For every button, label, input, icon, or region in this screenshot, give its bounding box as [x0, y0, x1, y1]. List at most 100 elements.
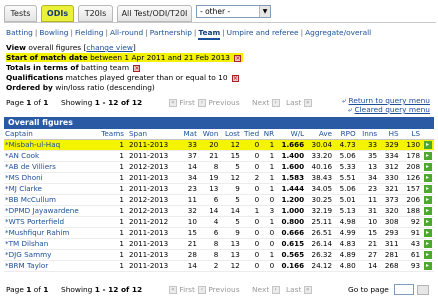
col-ave[interactable]: Ave: [305, 129, 334, 140]
cell-rpo: 5.13: [333, 205, 357, 217]
col-lost[interactable]: Lost: [219, 129, 241, 140]
nav-all-round[interactable]: All-round: [110, 28, 143, 37]
cell-mat: 14: [176, 161, 198, 173]
last-page-button[interactable]: Last »: [286, 97, 312, 109]
captain-link[interactable]: *Misbah-ul-Haq: [4, 139, 99, 151]
remove-filter-icon[interactable]: ×: [231, 74, 239, 82]
cell-mat: 10: [176, 216, 198, 228]
cell-nr: 1: [260, 161, 276, 173]
previous-page-button[interactable]: ‹ Previous: [198, 97, 240, 109]
cell-inns: 33: [356, 139, 379, 151]
arrow-right-icon: ▸: [423, 152, 432, 160]
cell-inns: 23: [356, 183, 379, 195]
cell-mat: 32: [176, 205, 198, 217]
row-details-button[interactable]: ▸: [421, 161, 434, 173]
captain-link[interactable]: *AB de Villiers: [4, 161, 99, 173]
col-tied[interactable]: Tied: [240, 129, 261, 140]
nav-bowling[interactable]: Bowling: [39, 28, 68, 37]
cell-wl: 1.000: [275, 205, 306, 217]
col-ls[interactable]: LS: [399, 129, 422, 140]
row-details-button[interactable]: ▸: [421, 139, 434, 151]
remove-filter-icon[interactable]: ×: [133, 64, 141, 72]
other-select[interactable]: - other - ▼: [196, 5, 271, 18]
cell-tied: 0: [240, 183, 261, 195]
captain-link[interactable]: *WTS Porterfield: [4, 216, 99, 228]
first-page-button[interactable]: « First: [169, 284, 195, 296]
row-details-button[interactable]: ▸: [421, 183, 434, 195]
cell-lost: 5: [219, 216, 241, 228]
cell-teams: 1: [98, 172, 125, 184]
col-nr[interactable]: NR: [260, 129, 276, 140]
captain-link[interactable]: *BB McCullum: [4, 194, 99, 206]
captain-link[interactable]: *Mushfiqur Rahim: [4, 227, 99, 239]
row-details-button[interactable]: ▸: [421, 238, 434, 250]
captain-link[interactable]: *AN Cook: [4, 150, 99, 162]
row-details-button[interactable]: ▸: [421, 194, 434, 206]
nav-team[interactable]: Team: [198, 28, 221, 40]
cell-ls: 178: [399, 150, 422, 162]
goto-page-button[interactable]: [417, 285, 429, 295]
cell-ave: 30.04: [305, 139, 334, 151]
remove-filter-icon[interactable]: ×: [234, 54, 242, 62]
cell-hs: 312: [378, 161, 400, 173]
arrow-right-icon: ▸: [423, 251, 432, 259]
nav-umpire-referee[interactable]: Umpire and referee: [227, 28, 299, 37]
col-hs[interactable]: HS: [378, 129, 400, 140]
row-details-button[interactable]: ▸: [421, 172, 434, 184]
row-details-button[interactable]: ▸: [421, 205, 434, 217]
cell-wl: 1.583: [275, 172, 306, 184]
captain-link[interactable]: *DPMD Jayawardene: [4, 205, 99, 217]
row-details-button[interactable]: ▸: [421, 216, 434, 228]
tab-t20is[interactable]: T20Is: [78, 5, 113, 22]
row-details-button[interactable]: ▸: [421, 227, 434, 239]
cell-inns: 15: [356, 227, 379, 239]
captain-link[interactable]: *TM Dilshan: [4, 238, 99, 250]
arrow-right-icon: ▸: [423, 218, 432, 226]
cell-wl: 0.800: [275, 216, 306, 228]
col-inns[interactable]: Inns: [356, 129, 379, 140]
cell-span: 2011-2013: [124, 238, 177, 250]
row-details-button[interactable]: ▸: [421, 260, 434, 272]
col-captain[interactable]: Captain: [4, 129, 99, 140]
col-won[interactable]: Won: [197, 129, 220, 140]
captain-link[interactable]: *BRM Taylor: [4, 260, 99, 272]
previous-page-button[interactable]: ‹ Previous: [198, 284, 240, 296]
next-page-button[interactable]: Next ›: [252, 284, 280, 296]
nav-aggregate-overall[interactable]: Aggregate/overall: [305, 28, 371, 37]
captain-link[interactable]: *MS Dhoni: [4, 172, 99, 184]
tab-odis[interactable]: ODIs: [41, 5, 74, 22]
nav-partnership[interactable]: Partnership: [150, 28, 192, 37]
cell-teams: 1: [98, 238, 125, 250]
tab-all-formats[interactable]: All Test/ODI/T20I: [117, 5, 192, 22]
col-span[interactable]: Span: [124, 129, 177, 140]
cell-rpo: 5.33: [333, 161, 357, 173]
captain-link[interactable]: *DJG Sammy: [4, 249, 99, 261]
nav-batting[interactable]: Batting: [6, 28, 33, 37]
col-mat[interactable]: Mat: [176, 129, 198, 140]
cell-rpo: 4.83: [333, 238, 357, 250]
qualifications-text: matches played greater than or equal to …: [65, 73, 228, 82]
col-wl[interactable]: W/L: [275, 129, 306, 140]
row-details-button[interactable]: ▸: [421, 150, 434, 162]
table-row: *WTS Porterfield 1 2011-2012 10 4 5 0 1 0.800 25.…: [4, 216, 434, 228]
tab-tests[interactable]: Tests: [4, 5, 37, 22]
nav-fielding[interactable]: Fielding: [75, 28, 104, 37]
change-view-link[interactable]: change view: [86, 43, 133, 52]
cell-rpo: 4.98: [333, 216, 357, 228]
last-page-button[interactable]: Last »: [286, 284, 312, 296]
row-details-button[interactable]: ▸: [421, 249, 434, 261]
cell-ave: 24.12: [305, 260, 334, 272]
goto-page-input[interactable]: [394, 284, 414, 295]
next-page-button[interactable]: Next ›: [252, 97, 280, 109]
cell-span: 2012-2013: [124, 205, 177, 217]
cleared-query-link[interactable]: Cleared query menu: [354, 105, 430, 114]
captain-link[interactable]: *MJ Clarke: [4, 183, 99, 195]
col-rpo[interactable]: RPO: [333, 129, 357, 140]
cell-wl: 0.666: [275, 227, 306, 239]
cell-hs: 320: [378, 205, 400, 217]
first-page-button[interactable]: « First: [169, 97, 195, 109]
cell-inns: 27: [356, 249, 379, 261]
col-teams[interactable]: Teams: [98, 129, 125, 140]
cell-ls: 188: [399, 205, 422, 217]
return-to-query-link[interactable]: Return to query menu: [349, 96, 430, 105]
